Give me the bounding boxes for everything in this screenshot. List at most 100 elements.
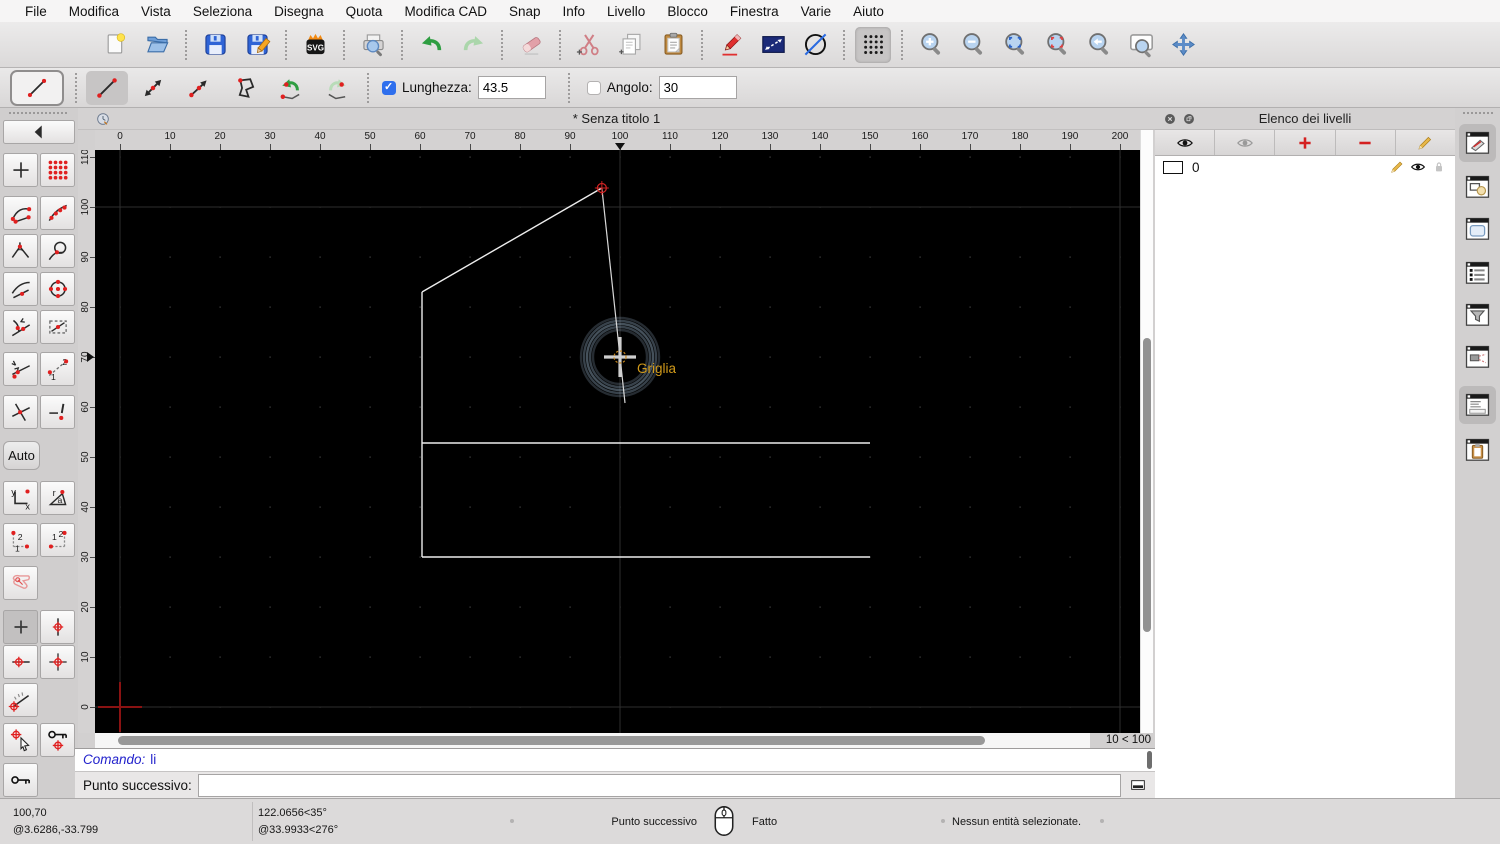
vertical-scroll-thumb[interactable] [1143,338,1151,632]
edit-layer-button[interactable] [1396,130,1455,155]
toolbar-grip[interactable] [1463,112,1493,114]
line-2p-button[interactable] [86,70,128,105]
collapse-panel-button[interactable] [3,120,75,144]
drawing-canvas[interactable]: Griglia [95,150,1140,733]
snap-distance-button[interactable] [3,272,38,306]
snap-tangent-point-button[interactable] [3,310,38,344]
restrict-vertical-button[interactable] [40,610,75,644]
export-svg-button[interactable]: SVG [297,27,333,63]
add-layer-button[interactable] [1275,130,1336,155]
close-icon[interactable] [1163,112,1177,126]
menu-modifica-cad[interactable]: Modifica CAD [393,4,498,19]
layer-visible-icon[interactable] [1410,159,1426,175]
toolbar-grip[interactable] [9,112,67,114]
snap-free-button[interactable] [3,153,38,187]
restrict-horizontal-button[interactable] [3,645,38,679]
length-input[interactable] [477,76,546,99]
zoom-pan-button[interactable] [1165,27,1201,63]
segment-redo-button[interactable] [316,71,358,105]
zoom-previous-button[interactable] [1081,27,1117,63]
angle-checkbox[interactable] [586,80,601,95]
auto-snap-button[interactable]: Auto [3,441,40,470]
zoom-window-button[interactable] [1123,27,1159,63]
menu-finestra[interactable]: Finestra [719,4,790,19]
horizontal-scroll-thumb[interactable] [118,736,985,745]
vertical-scrollbar[interactable] [1140,130,1153,733]
menu-seleziona[interactable]: Seleziona [182,4,263,19]
restrict-directions-button[interactable] [3,352,38,386]
menu-quota[interactable]: Quota [335,4,394,19]
keyboard-toggle-button[interactable] [1127,776,1149,794]
new-file-button[interactable] [97,27,133,63]
eraser-button[interactable] [513,27,549,63]
snap-endpoint-button[interactable] [3,196,38,230]
segment-undo-button[interactable] [270,71,312,105]
zoom-out-button[interactable] [955,27,991,63]
edit-pen-button[interactable] [713,27,749,63]
menu-info[interactable]: Info [552,4,597,19]
relative-zero-button[interactable] [3,763,38,797]
snap-perpendicular-button[interactable] [3,234,38,268]
dock-entity-filter-button[interactable] [1459,296,1496,334]
dock-command-line-button[interactable] [1459,386,1496,424]
selection-region-button[interactable] [3,566,38,600]
menu-aiuto[interactable]: Aiuto [842,4,895,19]
line-angle-button[interactable] [132,71,174,105]
restrict-nothing-button[interactable] [3,610,38,644]
line-arrow-button[interactable] [178,71,220,105]
hide-all-layers-button[interactable] [1215,130,1276,155]
show-all-layers-button[interactable] [1155,130,1216,155]
coordinate-polar-button[interactable]: ra [40,481,75,515]
remove-layer-button[interactable] [1336,130,1396,155]
menu-livello[interactable]: Livello [596,4,656,19]
current-tool-indicator[interactable] [10,69,64,106]
dock-entity-list-button[interactable] [1459,254,1496,292]
snap-intersection-manual-button[interactable] [40,310,75,344]
save-button[interactable] [197,27,233,63]
paste-button[interactable] [655,27,691,63]
print-preview-button[interactable] [355,27,391,63]
menu-snap[interactable]: Snap [498,4,552,19]
menu-disegna[interactable]: Disegna [263,4,335,19]
draft-mode-button[interactable] [797,27,833,63]
dock-clipboard-button[interactable] [1459,431,1496,469]
undo-button[interactable] [413,27,449,63]
polyline-button[interactable] [224,71,266,105]
zoom-selected-button[interactable] [1039,27,1075,63]
history-scroll-thumb[interactable] [1147,751,1152,769]
ortho-vertical-first-button[interactable]: 21 [3,523,38,557]
angle-input[interactable] [658,76,737,99]
command-input[interactable] [197,773,1121,797]
snap-tangent-button[interactable] [40,234,75,268]
coordinate-cartesian-button[interactable]: yx [3,481,38,515]
copy-button[interactable] [613,27,649,63]
layer-lock-icon[interactable] [1431,159,1447,175]
snap-on-entity-button[interactable] [40,196,75,230]
restrict-sequence-button[interactable]: 12 [40,352,75,386]
open-file-button[interactable] [139,27,175,63]
ortho-horizontal-first-button[interactable]: 12 [40,523,75,557]
angle-gauge-button[interactable] [3,683,38,717]
restrict-orthogonal-button[interactable] [40,645,75,679]
snap-center-button[interactable] [40,272,75,306]
snap-override-button[interactable] [40,395,75,429]
dock-view-projection-button[interactable] [1459,338,1496,376]
lock-relative-zero-button[interactable] [40,723,75,757]
length-checkbox[interactable] [382,80,396,95]
menu-modifica[interactable]: Modifica [58,4,130,19]
dock-block-list-button[interactable] [1459,168,1496,206]
layer-color-swatch[interactable] [1163,160,1183,174]
horizontal-scrollbar[interactable] [95,733,1090,748]
cut-button[interactable] [571,27,607,63]
snap-grid-button[interactable] [40,153,75,187]
zoom-auto-button[interactable] [997,27,1033,63]
dock-library-browser-button[interactable] [1459,210,1496,248]
menu-file[interactable]: File [14,4,58,19]
float-icon[interactable] [1182,112,1196,126]
zoom-in-button[interactable] [913,27,949,63]
grid-toggle-button[interactable] [855,26,891,63]
save-as-button[interactable] [239,27,275,63]
menu-vista[interactable]: Vista [130,4,182,19]
layer-row[interactable]: 0 [1155,156,1455,178]
edit-layer-icon[interactable] [1389,159,1405,175]
